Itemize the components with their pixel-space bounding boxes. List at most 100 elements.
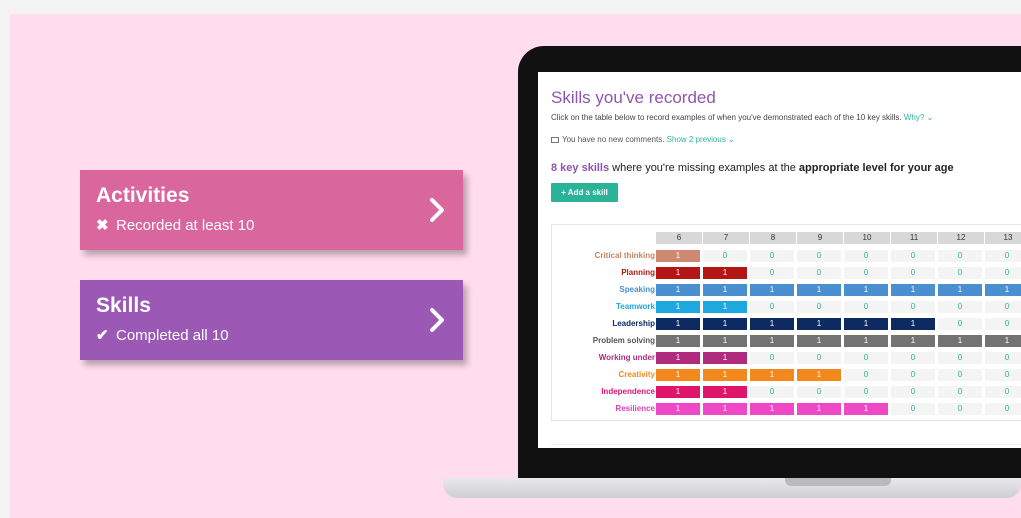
- comments-line: You have no new comments. Show 2 previou…: [551, 135, 735, 144]
- skill-cell[interactable]: 1: [703, 352, 747, 364]
- skill-label: Working under: [598, 353, 655, 362]
- skill-cell[interactable]: 1: [656, 369, 700, 381]
- skill-cell[interactable]: 1: [844, 318, 888, 330]
- skill-cell[interactable]: 0: [891, 352, 935, 364]
- add-skill-button[interactable]: + Add a skill: [551, 183, 618, 202]
- skills-card[interactable]: Skills ✔ Completed all 10: [80, 280, 463, 360]
- skill-cell[interactable]: 1: [656, 386, 700, 398]
- skill-cell[interactable]: 1: [656, 318, 700, 330]
- skill-cell[interactable]: 0: [985, 369, 1021, 381]
- column-header: 6: [656, 232, 702, 244]
- skill-cell[interactable]: 0: [985, 403, 1021, 415]
- skill-cell[interactable]: 0: [938, 318, 982, 330]
- skill-cell[interactable]: 0: [797, 267, 841, 279]
- skill-cell[interactable]: 0: [891, 267, 935, 279]
- skill-cell[interactable]: 0: [844, 250, 888, 262]
- skill-cell[interactable]: 1: [844, 403, 888, 415]
- skill-cell[interactable]: 0: [938, 267, 982, 279]
- skill-cell[interactable]: 1: [844, 284, 888, 296]
- activities-status: ✖ Recorded at least 10: [96, 216, 254, 234]
- skill-cell[interactable]: 1: [844, 335, 888, 347]
- skill-cell[interactable]: 0: [891, 403, 935, 415]
- skill-cell[interactable]: 0: [750, 352, 794, 364]
- skill-cell[interactable]: 1: [703, 369, 747, 381]
- skill-cell[interactable]: 0: [750, 386, 794, 398]
- skill-cell[interactable]: 0: [844, 369, 888, 381]
- skill-cell[interactable]: 1: [703, 386, 747, 398]
- skill-cell[interactable]: 1: [703, 403, 747, 415]
- skill-cell[interactable]: 0: [750, 301, 794, 313]
- skill-cell[interactable]: 0: [703, 250, 747, 262]
- skill-cell[interactable]: 0: [938, 250, 982, 262]
- skill-cell[interactable]: 1: [656, 352, 700, 364]
- skill-cell[interactable]: 1: [656, 301, 700, 313]
- check-icon: ✔: [96, 327, 109, 344]
- skill-cell[interactable]: 0: [985, 301, 1021, 313]
- skill-cell[interactable]: 1: [797, 403, 841, 415]
- skill-cell[interactable]: 0: [891, 369, 935, 381]
- column-header: 10: [844, 232, 890, 244]
- skill-cell[interactable]: 1: [797, 284, 841, 296]
- skill-cell[interactable]: 1: [891, 284, 935, 296]
- skill-cell[interactable]: 0: [985, 318, 1021, 330]
- skill-cell[interactable]: 1: [656, 284, 700, 296]
- skill-cell[interactable]: 0: [938, 403, 982, 415]
- skill-cell[interactable]: 0: [985, 250, 1021, 262]
- skill-cell[interactable]: 1: [750, 403, 794, 415]
- skill-cell[interactable]: 1: [703, 284, 747, 296]
- skill-cell[interactable]: 0: [797, 301, 841, 313]
- skill-cell[interactable]: 1: [656, 267, 700, 279]
- skill-cell[interactable]: 0: [844, 352, 888, 364]
- skill-cell[interactable]: 0: [844, 386, 888, 398]
- laptop-notch: [785, 478, 891, 486]
- skill-cell[interactable]: 0: [844, 301, 888, 313]
- skill-cell[interactable]: 0: [797, 352, 841, 364]
- skill-cell[interactable]: 0: [891, 301, 935, 313]
- skill-cell[interactable]: 0: [938, 386, 982, 398]
- skill-cell[interactable]: 1: [797, 318, 841, 330]
- skill-cell[interactable]: 1: [938, 335, 982, 347]
- activities-card[interactable]: Activities ✖ Recorded at least 10: [80, 170, 463, 250]
- skill-cell[interactable]: 0: [891, 386, 935, 398]
- show-previous-link[interactable]: Show 2 previous ⌄: [667, 135, 735, 144]
- skill-cell[interactable]: 1: [750, 284, 794, 296]
- skill-cell[interactable]: 1: [750, 335, 794, 347]
- skill-cell[interactable]: 1: [703, 301, 747, 313]
- skill-cell[interactable]: 1: [656, 250, 700, 262]
- skill-cell[interactable]: 1: [750, 369, 794, 381]
- skill-cell[interactable]: 0: [938, 301, 982, 313]
- skills-table: 6 7 8 9 10 11 12 13 Critical thinking 1 0 0 0 0 0 0 0 Pla…: [551, 224, 1021, 421]
- why-link[interactable]: Why? ⌄: [904, 113, 933, 122]
- skill-cell[interactable]: 0: [938, 352, 982, 364]
- skill-cell[interactable]: 1: [985, 335, 1021, 347]
- skill-cell[interactable]: 1: [656, 403, 700, 415]
- skill-cell[interactable]: 0: [797, 250, 841, 262]
- skill-cell[interactable]: 1: [703, 267, 747, 279]
- skills-title: Skills: [96, 294, 151, 317]
- page-title: Skills you've recorded: [551, 88, 716, 107]
- skill-cell[interactable]: 1: [985, 284, 1021, 296]
- skill-cell[interactable]: 0: [797, 386, 841, 398]
- skill-cell[interactable]: 1: [797, 335, 841, 347]
- skill-cell[interactable]: 1: [797, 369, 841, 381]
- skill-cell[interactable]: 0: [750, 250, 794, 262]
- skill-cell[interactable]: 1: [656, 335, 700, 347]
- skill-cell[interactable]: 0: [985, 386, 1021, 398]
- skill-cell[interactable]: 1: [703, 318, 747, 330]
- skill-cell[interactable]: 1: [891, 335, 935, 347]
- skill-cell[interactable]: 1: [750, 318, 794, 330]
- skill-cell[interactable]: 1: [891, 318, 935, 330]
- skill-cell[interactable]: 1: [938, 284, 982, 296]
- skill-cell[interactable]: 0: [938, 369, 982, 381]
- description-text: Click on the table below to record examp…: [551, 113, 902, 122]
- skill-cell[interactable]: 0: [750, 267, 794, 279]
- envelope-icon: [551, 136, 559, 143]
- skill-label: Speaking: [619, 285, 655, 294]
- skill-label: Independence: [601, 387, 655, 396]
- skill-cell[interactable]: 1: [703, 335, 747, 347]
- column-header: 11: [891, 232, 937, 244]
- skill-cell[interactable]: 0: [985, 267, 1021, 279]
- skill-cell[interactable]: 0: [844, 267, 888, 279]
- skill-cell[interactable]: 0: [985, 352, 1021, 364]
- skill-cell[interactable]: 0: [891, 250, 935, 262]
